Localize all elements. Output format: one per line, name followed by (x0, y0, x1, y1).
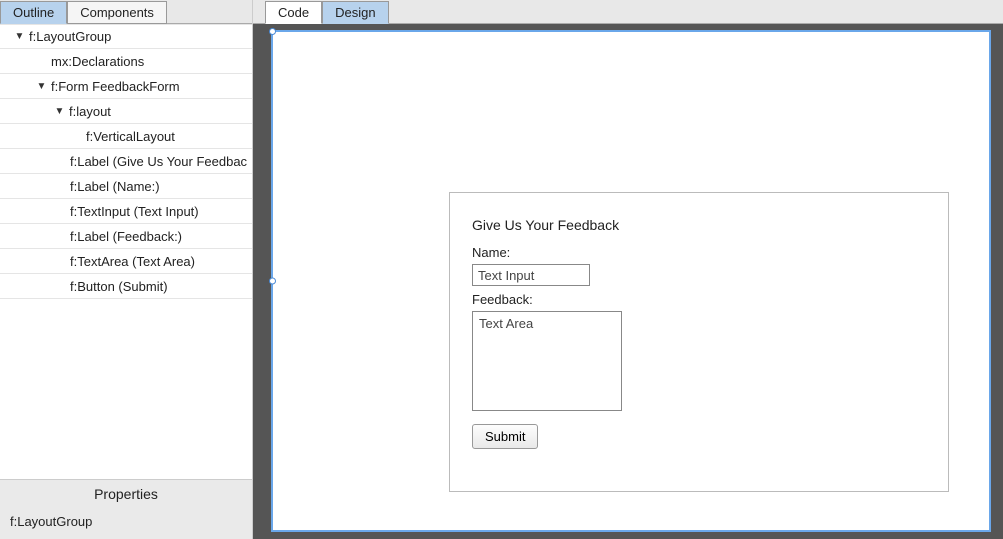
tree-label: f:TextInput (Text Input) (70, 204, 199, 219)
tab-components[interactable]: Components (67, 1, 167, 24)
tree-row-form[interactable]: ▼ f:Form FeedbackForm (0, 74, 252, 99)
tree-row-textinput[interactable]: f:TextInput (Text Input) (0, 199, 252, 224)
tree-row-label-feedback[interactable]: f:Label (Feedback:) (0, 224, 252, 249)
properties-header: Properties (0, 480, 252, 510)
tree-row-declarations[interactable]: mx:Declarations (0, 49, 252, 74)
tree-row-textarea[interactable]: f:TextArea (Text Area) (0, 249, 252, 274)
right-panel: Code Design Give Us Your Feedback Name: … (253, 0, 1003, 539)
tree-label: f:Label (Feedback:) (70, 229, 182, 244)
tree-label: f:Button (Submit) (70, 279, 168, 294)
tree-row-verticallayout[interactable]: f:VerticalLayout (0, 124, 252, 149)
properties-selected: f:LayoutGroup (0, 510, 252, 539)
tree-row-button[interactable]: f:Button (Submit) (0, 274, 252, 299)
outline-tree: ▼ f:LayoutGroup mx:Declarations ▼ f:Form… (0, 24, 252, 479)
submit-button[interactable]: Submit (472, 424, 538, 449)
chevron-down-icon: ▼ (54, 106, 65, 117)
name-label: Name: (472, 245, 926, 260)
tab-design[interactable]: Design (322, 1, 388, 24)
chevron-down-icon: ▼ (36, 81, 47, 92)
tree-row-label-title[interactable]: f:Label (Give Us Your Feedbac (0, 149, 252, 174)
feedback-textarea[interactable] (472, 311, 622, 411)
chevron-down-icon: ▼ (14, 31, 25, 42)
name-input[interactable] (472, 264, 590, 286)
properties-panel: Properties f:LayoutGroup (0, 479, 252, 539)
feedback-form: Give Us Your Feedback Name: Feedback: Su… (449, 192, 949, 492)
selection-handle-icon[interactable] (269, 278, 276, 285)
tree-label: f:VerticalLayout (86, 129, 175, 144)
tree-row-layoutgroup[interactable]: ▼ f:LayoutGroup (0, 24, 252, 49)
form-title: Give Us Your Feedback (472, 217, 926, 233)
left-panel: Outline Components ▼ f:LayoutGroup mx:De… (0, 0, 253, 539)
left-tabbar: Outline Components (0, 0, 252, 24)
tree-row-label-name[interactable]: f:Label (Name:) (0, 174, 252, 199)
right-tabbar: Code Design (253, 0, 1003, 24)
tree-label: f:layout (69, 104, 111, 119)
selection-handle-icon[interactable] (269, 28, 276, 35)
tree-label: mx:Declarations (51, 54, 144, 69)
design-canvas[interactable]: Give Us Your Feedback Name: Feedback: Su… (271, 30, 991, 532)
design-surface[interactable]: Give Us Your Feedback Name: Feedback: Su… (253, 24, 1003, 539)
tab-code[interactable]: Code (265, 1, 322, 24)
tab-outline[interactable]: Outline (0, 1, 67, 24)
tree-label: f:Label (Name:) (70, 179, 160, 194)
tree-label: f:TextArea (Text Area) (70, 254, 195, 269)
tree-label: f:Form FeedbackForm (51, 79, 180, 94)
tree-label: f:LayoutGroup (29, 29, 111, 44)
feedback-label: Feedback: (472, 292, 926, 307)
tree-label: f:Label (Give Us Your Feedbac (70, 154, 247, 169)
tree-row-flayout[interactable]: ▼ f:layout (0, 99, 252, 124)
